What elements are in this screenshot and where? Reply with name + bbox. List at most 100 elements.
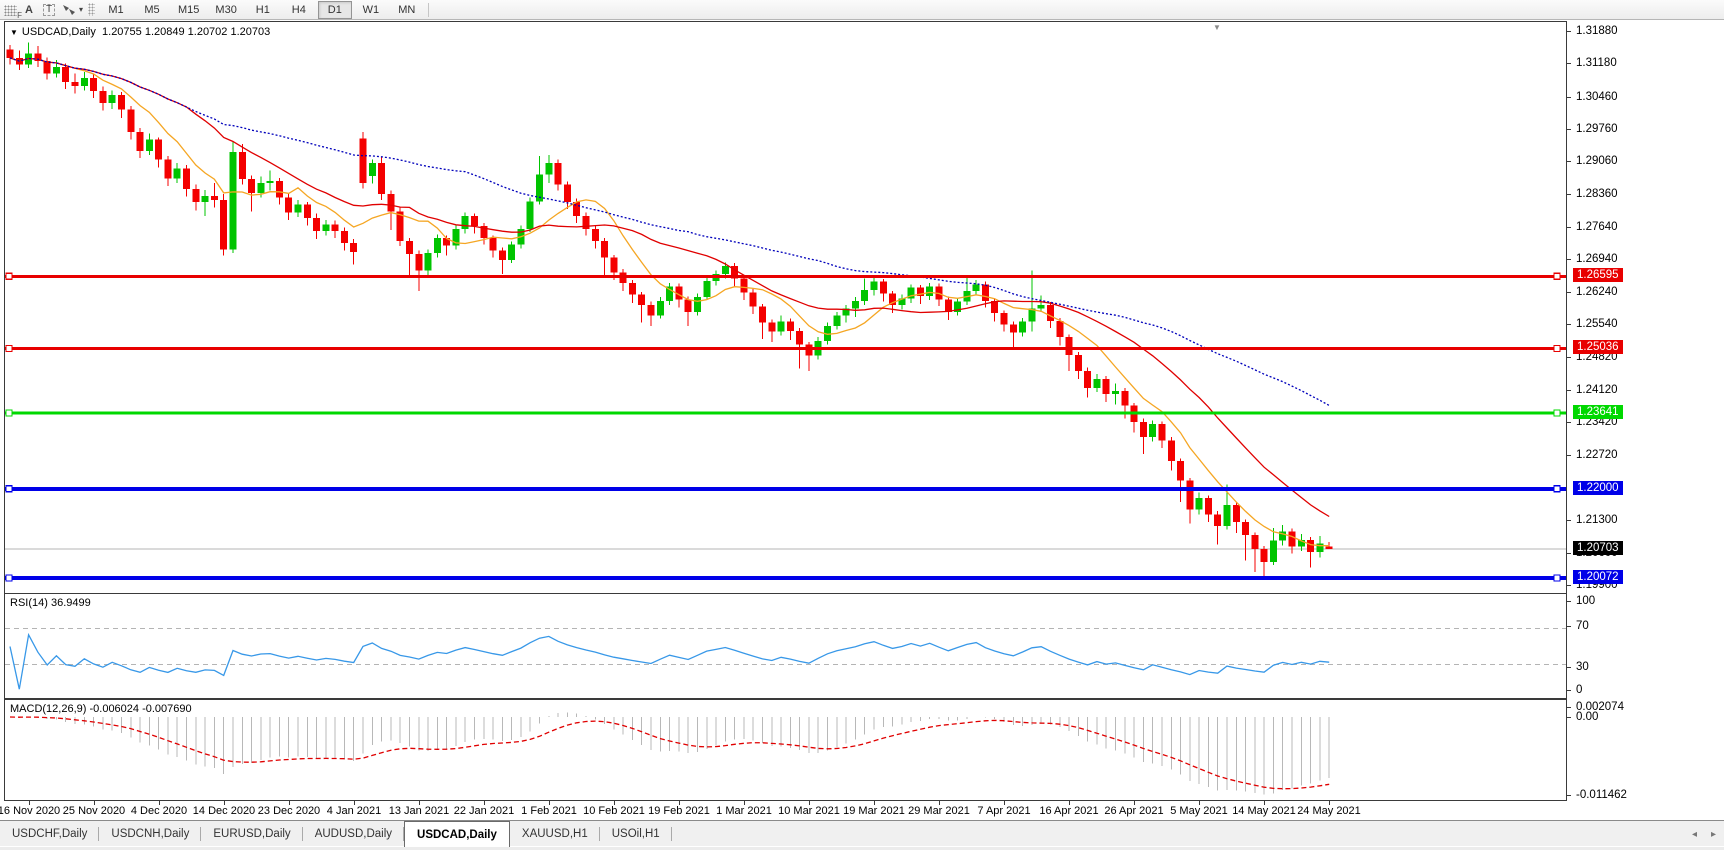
chart-tabs: USDCHF,Daily USDCNH,Daily EURUSD,Daily AUDU… [0, 821, 672, 847]
macd-axis-tick: 0.00 [1576, 711, 1599, 723]
axis-tick-mark [1566, 667, 1571, 668]
price-axis-tick: 1.31880 [1576, 25, 1618, 37]
axis-tick-mark [1566, 31, 1571, 32]
axis-tick-mark [1566, 422, 1571, 424]
price-axis[interactable]: 1.31880 1.31180 1.30460 1.29760 1.29060 1.283… [1566, 21, 1724, 801]
chart-tab-eurusd[interactable]: EURUSD,Daily [201, 821, 304, 847]
axis-tick-mark [1566, 389, 1571, 391]
tab-scroll-left-icon[interactable]: ◂ [1692, 829, 1697, 840]
timeframe-button-m30[interactable]: M30 [208, 1, 243, 19]
price-axis-tick: 1.26240 [1576, 285, 1618, 298]
macd-axis-tick: -0.011462 [1576, 789, 1627, 801]
arrows-tool-icon [63, 4, 75, 15]
price-level-badge: 1.25036 [1573, 340, 1623, 355]
chart-symbol-title: USDCAD,Daily [21, 26, 96, 38]
timeframe-button-m5[interactable]: M5 [135, 1, 169, 19]
chart-tab-usdcnh[interactable]: USDCNH,Daily [99, 821, 202, 847]
timeframe-button-h4[interactable]: H4 [282, 1, 316, 19]
price-axis-tick: 1.24120 [1576, 383, 1618, 396]
timeframe-toolbar: M1 M5 M15 M30 H1 H4 D1 W1 MN [98, 0, 425, 19]
timeframe-button-h1[interactable]: H1 [246, 1, 280, 19]
timeframe-button-m15[interactable]: M15 [171, 1, 206, 19]
rsi-axis-tick: 70 [1576, 620, 1589, 632]
axis-tick-mark [1566, 707, 1571, 708]
axis-tick-mark [1566, 259, 1571, 261]
timeframe-button-m1[interactable]: M1 [99, 1, 133, 19]
current-price-badge: 1.20703 [1573, 540, 1623, 555]
price-axis-tick: 1.30460 [1576, 90, 1618, 103]
arrows-tool-button[interactable] [59, 1, 79, 18]
axis-tick-mark [1566, 454, 1571, 456]
toolbar-grip-icon[interactable] [88, 3, 96, 16]
axis-tick-mark [1566, 161, 1571, 163]
rsi-panel[interactable] [4, 593, 1567, 699]
axis-tick-mark [1566, 717, 1571, 718]
rsi-value: 36.9499 [50, 597, 91, 609]
label-tool-button[interactable]: T [39, 1, 59, 18]
chart-menu-triangle-icon[interactable]: ▼ [10, 28, 18, 37]
text-tool-button[interactable]: A [19, 1, 39, 18]
rsi-name: RSI(14) [10, 597, 48, 609]
price-level-badge: 1.23641 [1573, 405, 1623, 419]
price-axis-tick: 1.31180 [1576, 57, 1617, 70]
chart-ohlc-values: 1.20755 1.20849 1.20702 1.20703 [102, 26, 271, 38]
axis-tick-mark [1566, 552, 1571, 554]
chart-tab-usdchf[interactable]: USDCHF,Daily [0, 821, 100, 847]
status-strip [0, 846, 1724, 850]
arrows-dropdown-caret-icon[interactable]: ▾ [79, 5, 83, 14]
macd-chart-canvas[interactable] [5, 700, 1566, 800]
chart-tab-usoil[interactable]: USOil,H1 [600, 821, 672, 847]
candlestick-chart-canvas[interactable] [5, 22, 1566, 593]
price-axis-tick: 1.29060 [1576, 155, 1618, 168]
axis-tick-mark [1566, 520, 1571, 522]
timeframe-button-d1[interactable]: D1 [317, 0, 352, 19]
label-tool-icon: T [42, 3, 56, 16]
axis-tick-mark [1566, 193, 1571, 195]
axis-tick-mark [1566, 129, 1571, 131]
axis-tick-mark [1566, 96, 1571, 98]
macd-values: -0.006024 -0.007690 [89, 703, 192, 715]
macd-panel[interactable] [4, 699, 1567, 801]
axis-tick-mark [1566, 227, 1571, 229]
axis-tick-mark [1566, 63, 1571, 65]
axis-tick-mark [1566, 601, 1571, 602]
chart-tab-usdcad[interactable]: USDCAD,Daily [404, 821, 510, 847]
axis-tick-mark [1566, 795, 1571, 796]
tab-scroll-right-icon[interactable]: ▸ [1711, 829, 1716, 840]
axis-tick-mark [1566, 626, 1571, 627]
chart-tab-audusd[interactable]: AUDUSD,Daily [303, 821, 405, 847]
price-axis-tick: 1.22720 [1576, 448, 1618, 461]
macd-indicator-label: MACD(12,26,9) -0.006024 -0.007690 [10, 703, 192, 715]
chart-shift-marker-icon[interactable]: ▼ [1213, 23, 1221, 32]
axis-tick-mark [1566, 291, 1571, 293]
toolbar-separator [427, 2, 429, 17]
rsi-axis-tick: 0 [1576, 684, 1583, 696]
grid-tool-icon[interactable]: F [4, 4, 22, 20]
date-axis[interactable]: 16 Nov 2020 25 Nov 2020 4 Dec 2020 14 Dec 2… [0, 801, 1567, 819]
rsi-axis-tick: 30 [1576, 661, 1589, 673]
axis-tick-mark [1566, 690, 1571, 691]
price-level-badge: 1.20072 [1573, 570, 1623, 585]
price-level-badge: 1.22000 [1573, 480, 1623, 495]
price-axis-tick: 1.29760 [1576, 123, 1618, 136]
chart-tab-xauusd[interactable]: XAUUSD,H1 [510, 821, 600, 847]
price-chart-panel[interactable] [4, 21, 1567, 594]
text-tool-icon: A [25, 3, 33, 16]
date-axis-label: 24 May 2021 [1297, 805, 1361, 817]
price-axis-tick: 1.28360 [1576, 187, 1618, 200]
price-axis-tick: 1.21300 [1576, 514, 1618, 527]
timeframe-button-mn[interactable]: MN [390, 1, 424, 19]
chart-legend: ▼ USDCAD,Daily 1.20755 1.20849 1.20702 1.… [10, 26, 270, 38]
top-toolbar: F A T ▾ M1 M5 M15 M30 H1 H4 D1 W1 MN [0, 0, 1724, 20]
price-axis-tick: 1.26940 [1576, 253, 1618, 266]
grid-tool-sublabel: F [17, 10, 22, 20]
tab-scroll-controls: ◂ ▸ [1692, 821, 1724, 847]
rsi-chart-canvas[interactable] [5, 594, 1566, 698]
rsi-indicator-label: RSI(14) 36.9499 [10, 597, 91, 609]
timeframe-button-w1[interactable]: W1 [354, 1, 388, 19]
price-axis-tick: 1.25540 [1576, 318, 1618, 331]
rsi-axis-tick: 100 [1576, 595, 1596, 607]
chart-tab-bar: USDCHF,Daily USDCNH,Daily EURUSD,Daily AUDU… [0, 820, 1724, 847]
axis-tick-mark [1566, 585, 1571, 586]
macd-name: MACD(12,26,9) [10, 703, 87, 715]
